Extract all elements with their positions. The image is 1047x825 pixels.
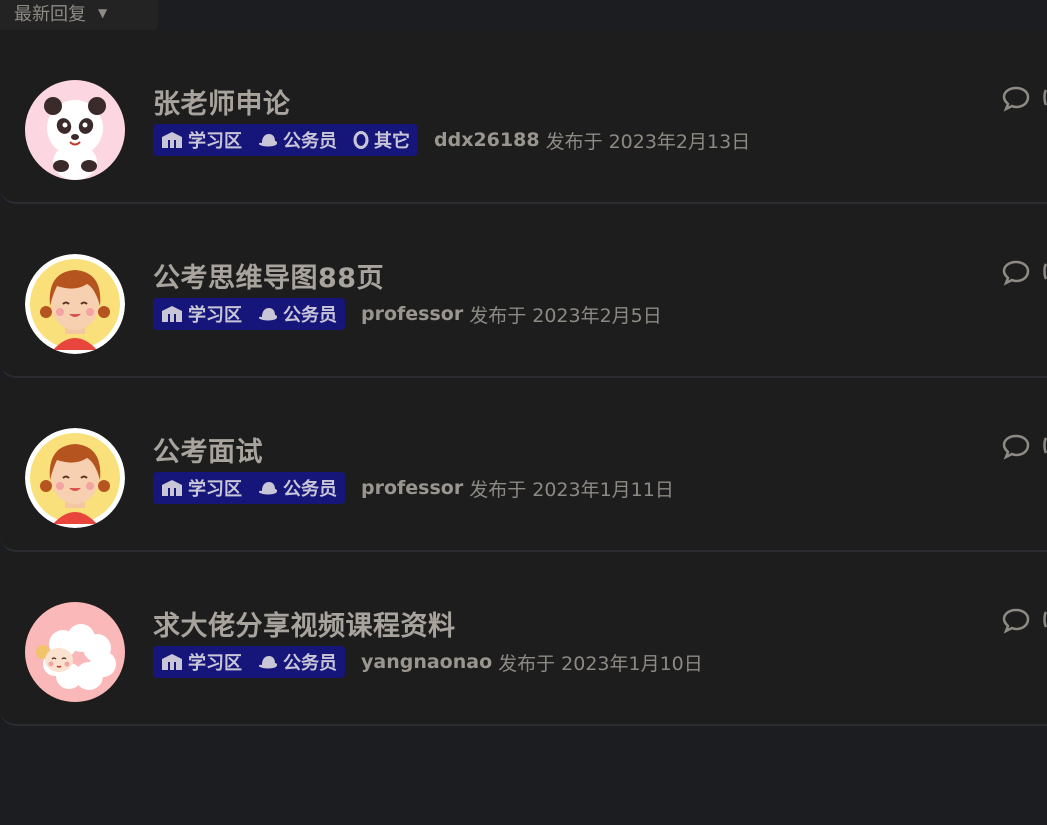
hat-icon [258,482,278,495]
avatar[interactable] [25,254,125,354]
tag-civil-servant[interactable]: 公务员 [258,301,337,327]
author-link[interactable]: professor [361,477,463,499]
tag-group: 学习区 公务员 [153,646,345,678]
tag-civil-servant[interactable]: 公务员 [258,127,337,153]
building-icon [162,480,182,496]
building-icon [162,654,182,670]
posted-label: 发布于 [498,652,556,675]
topic-meta: 学习区 公务员 其它 ddx26188 发布于 2023年2月13日 [153,124,750,156]
building-icon [162,306,182,322]
tag-group: 学习区 公务员 [153,298,345,330]
topic-item[interactable]: 张老师申论 学习区 公务员 其它 ddx26188 发布于 2023年2月13日 [0,30,1047,204]
topic-item[interactable]: 公考思维导图88页 学习区 公务员 professor 发布于 2023年2月5… [0,204,1047,378]
circle-icon [353,131,369,149]
building-icon [162,132,182,148]
sort-dropdown[interactable]: 最新回复 ▼ [0,0,158,30]
topic-title[interactable]: 求大佬分享视频课程资料 [153,604,456,643]
posted-label: 发布于 [469,478,527,501]
hat-icon [258,308,278,321]
chevron-down-icon: ▼ [98,6,108,20]
comment-icon[interactable] [1002,607,1047,637]
post-date: 2023年2月13日 [608,130,751,153]
author-link[interactable]: professor [361,303,463,325]
comment-icon[interactable] [1002,85,1047,115]
tag-study-zone[interactable]: 学习区 [161,127,242,153]
tag-civil-servant[interactable]: 公务员 [258,649,337,675]
hat-icon [258,656,278,669]
tag-study-zone[interactable]: 学习区 [161,301,242,327]
tag-study-zone[interactable]: 学习区 [161,475,242,501]
post-date: 2023年1月10日 [561,652,703,675]
topic-item[interactable]: 求大佬分享视频课程资料 学习区 公务员 yangnaonao 发布于 2023年… [0,552,1047,726]
topic-meta: 学习区 公务员 professor 发布于 2023年1月11日 [153,472,674,504]
tag-civil-servant[interactable]: 公务员 [258,475,337,501]
tag-group: 学习区 公务员 [153,472,345,504]
topic-meta: 学习区 公务员 yangnaonao 发布于 2023年1月10日 [153,646,703,678]
topic-meta: 学习区 公务员 professor 发布于 2023年2月5日 [153,298,662,330]
comment-icon[interactable] [1002,259,1047,289]
posted-label: 发布于 [545,130,603,153]
topic-title[interactable]: 公考思维导图88页 [153,256,384,295]
topic-list: 张老师申论 学习区 公务员 其它 ddx26188 发布于 2023年2月13日 [0,30,1047,726]
tag-group: 学习区 公务员 其它 [153,124,418,156]
comment-icon[interactable] [1002,433,1047,463]
post-date: 2023年1月11日 [532,478,674,501]
hat-icon [258,134,278,147]
sort-label: 最新回复 [14,4,86,25]
posted-label: 发布于 [469,304,527,327]
author-link[interactable]: ddx26188 [434,129,540,151]
tag-other[interactable]: 其它 [353,127,410,153]
topic-item[interactable]: 公考面试 学习区 公务员 professor 发布于 2023年1月11日 [0,378,1047,552]
avatar[interactable] [25,80,125,180]
author-link[interactable]: yangnaonao [361,651,492,673]
avatar[interactable] [25,428,125,528]
topic-title[interactable]: 张老师申论 [153,82,291,121]
avatar[interactable] [25,602,125,702]
tag-study-zone[interactable]: 学习区 [161,649,242,675]
post-date: 2023年2月5日 [532,304,662,327]
topic-title[interactable]: 公考面试 [153,430,263,469]
